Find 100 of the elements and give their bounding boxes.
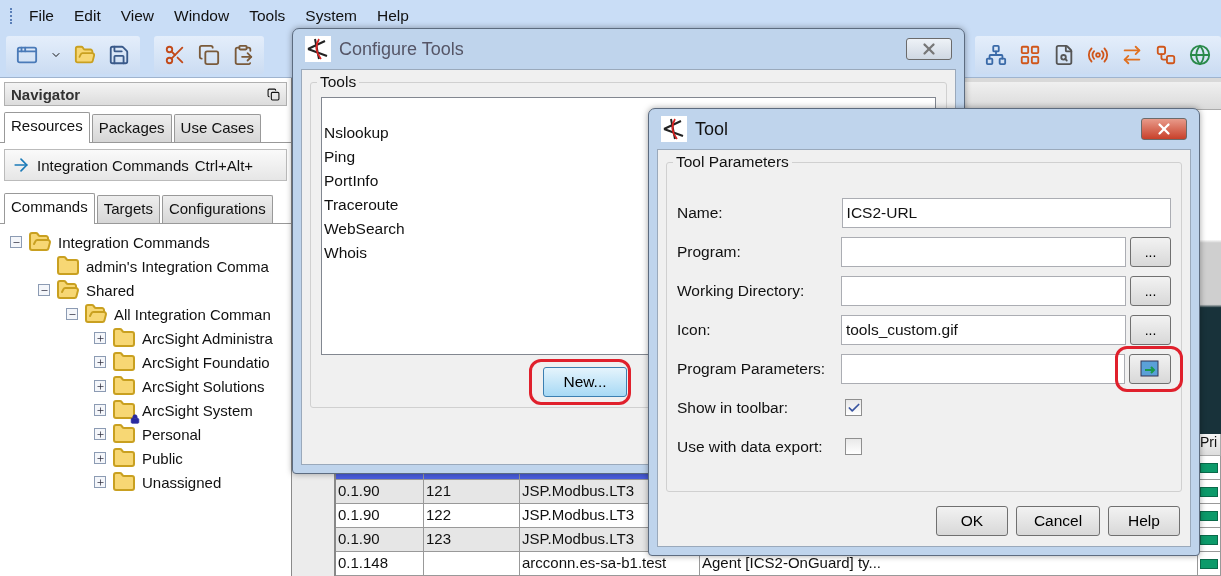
new-button[interactable]: New...: [543, 367, 627, 397]
tree-item[interactable]: Public: [142, 449, 183, 467]
menu-item[interactable]: File: [19, 7, 64, 25]
input-field[interactable]: ICS2-URL: [841, 197, 1171, 228]
tree-item[interactable]: ArcSight Solutions: [142, 377, 265, 395]
globe-icon[interactable]: [1189, 43, 1211, 66]
dialog-title: Tool: [695, 118, 730, 140]
folder-icon: [56, 278, 80, 302]
expand-icon[interactable]: [94, 452, 106, 464]
folder-icon: [112, 446, 136, 470]
table-cell: 0.1.90: [336, 528, 424, 552]
table-cell: 0.1.90: [336, 480, 424, 504]
tab[interactable]: Use Cases: [173, 114, 261, 142]
dialog-button[interactable]: OK: [936, 506, 1008, 536]
tree-item[interactable]: Unassigned: [142, 473, 222, 491]
expand-icon[interactable]: [94, 404, 106, 416]
table-cell: 0.1.148: [336, 552, 424, 576]
menu-item[interactable]: Edit: [64, 7, 111, 25]
priority-bar: [1200, 535, 1218, 545]
input-field[interactable]: [840, 353, 1125, 384]
input-field[interactable]: [840, 275, 1126, 306]
column-header[interactable]: Pri: [1198, 434, 1221, 456]
priority-bar: [1200, 487, 1218, 497]
parameter-picker-button[interactable]: [1129, 353, 1171, 384]
folder-icon: [112, 470, 136, 494]
close-icon: [1155, 120, 1173, 138]
tree-item[interactable]: Shared: [86, 281, 135, 299]
copy-icon[interactable]: [198, 43, 220, 66]
tree-item[interactable]: ArcSight Administra: [142, 329, 273, 347]
tab[interactable]: Targets: [96, 195, 160, 223]
flow-icon[interactable]: [1155, 43, 1177, 66]
shortcut-label: Ctrl+Alt+: [194, 156, 254, 174]
tree-item[interactable]: Personal: [142, 425, 202, 443]
close-button[interactable]: [906, 38, 952, 60]
dialog-button[interactable]: Cancel: [1016, 506, 1100, 536]
priority-bar: [1200, 511, 1218, 521]
tab[interactable]: Packages: [91, 114, 172, 142]
tab[interactable]: Resources: [4, 112, 90, 143]
menu-item[interactable]: Window: [164, 7, 240, 25]
expand-icon[interactable]: [94, 380, 106, 392]
menu-item[interactable]: Tools: [239, 7, 296, 25]
restore-icon[interactable]: [267, 87, 280, 101]
expand-icon[interactable]: [94, 356, 106, 368]
input-field[interactable]: tools_custom.gif: [840, 314, 1126, 345]
field-label: Program:: [677, 242, 742, 261]
folder-icon: [112, 326, 136, 350]
tree-item[interactable]: ArcSight System: [142, 401, 253, 419]
table-cell: 123: [424, 528, 520, 552]
folder-icon: [28, 230, 52, 254]
checkbox[interactable]: [845, 399, 862, 416]
folder-icon: [112, 350, 136, 374]
collapse-icon[interactable]: [38, 284, 50, 296]
tree-item[interactable]: admin's Integration Comma: [86, 257, 269, 275]
table-cell: 122: [424, 504, 520, 528]
menu-item[interactable]: Help: [367, 7, 419, 25]
search-icon[interactable]: [1053, 43, 1075, 66]
app-logo-icon: [661, 116, 687, 142]
folder-icon: [112, 398, 136, 422]
paste-icon[interactable]: [232, 43, 254, 66]
expand-icon[interactable]: [94, 428, 106, 440]
tab[interactable]: Configurations: [161, 195, 273, 223]
table-cell: 121: [424, 480, 520, 504]
picker-icon: [1140, 359, 1160, 378]
priority-bar: [1200, 559, 1218, 569]
dialog-button[interactable]: Help: [1108, 506, 1180, 536]
close-icon: [920, 40, 938, 58]
selector-label: Integration Commands: [37, 156, 189, 174]
field-label: Program Parameters:: [677, 359, 827, 378]
browse-button[interactable]: ...: [1130, 275, 1171, 306]
menu-item[interactable]: System: [295, 7, 368, 25]
collapse-icon[interactable]: [66, 308, 78, 320]
input-field[interactable]: [840, 236, 1126, 267]
folder-icon: [112, 422, 136, 446]
collapse-icon[interactable]: [10, 236, 22, 248]
cut-icon[interactable]: [164, 43, 186, 66]
expand-icon[interactable]: [94, 476, 106, 488]
menu-item[interactable]: View: [110, 7, 165, 25]
tree-item[interactable]: All Integration Comman: [114, 305, 271, 323]
network-icon[interactable]: [985, 43, 1007, 66]
expand-icon[interactable]: [94, 332, 106, 344]
field-label: Show in toolbar:: [677, 398, 790, 417]
dialog-title: Configure Tools: [339, 38, 465, 60]
priority-bar: [1200, 463, 1218, 473]
tab[interactable]: Commands: [4, 193, 95, 224]
checkbox[interactable]: [845, 438, 862, 455]
tree-item[interactable]: Integration Commands: [58, 233, 210, 251]
browse-button[interactable]: ...: [1130, 314, 1171, 345]
resource-selector[interactable]: Integration Commands Ctrl+Alt+: [4, 149, 287, 181]
tree-item[interactable]: ArcSight Foundatio: [142, 353, 270, 371]
folder-icon: [112, 374, 136, 398]
close-button[interactable]: [1141, 118, 1187, 140]
save-icon[interactable]: [108, 43, 130, 66]
arrows-icon[interactable]: [1121, 43, 1143, 66]
folder-icon: [56, 254, 80, 278]
table-cell: 0.1.90: [336, 504, 424, 528]
navigator-title: Navigator: [11, 85, 81, 103]
browse-button[interactable]: ...: [1130, 236, 1171, 267]
field-label: Use with data export:: [677, 437, 824, 456]
app-logo-icon: [305, 36, 331, 62]
field-label: Working Directory:: [677, 281, 806, 300]
